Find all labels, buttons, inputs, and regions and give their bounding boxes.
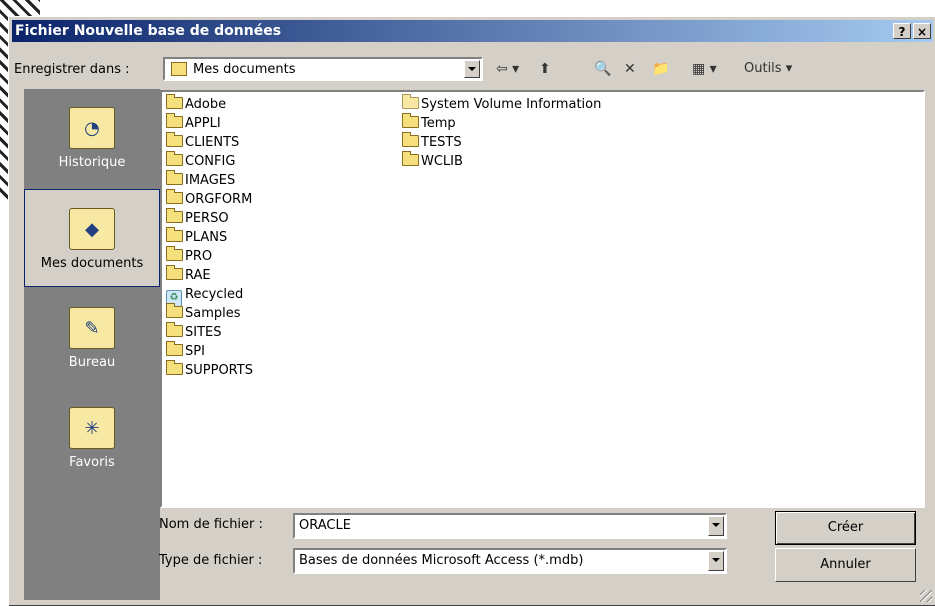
- views-icon[interactable]: ▦ ▾: [692, 57, 717, 81]
- history-icon: ◔: [69, 107, 115, 149]
- filetype-label: Type de fichier :: [159, 553, 263, 568]
- list-item[interactable]: APPLI: [166, 113, 221, 133]
- list-item[interactable]: Samples: [166, 303, 241, 323]
- list-item[interactable]: CONFIG: [166, 151, 235, 171]
- place-label: Historique: [58, 155, 126, 170]
- place-my-documents[interactable]: ◆ Mes documents: [24, 189, 160, 287]
- folder-icon: [166, 246, 183, 261]
- folder-icon: [402, 151, 419, 166]
- save-dialog: Fichier Nouvelle base de données ? × Enr…: [8, 16, 935, 606]
- filename-label: Nom de fichier :: [159, 517, 263, 532]
- folder-icon: [166, 227, 183, 242]
- folder-icon: [166, 265, 183, 280]
- window-title: Fichier Nouvelle base de données: [15, 23, 282, 39]
- my-documents-icon: ◆: [69, 208, 115, 250]
- list-item[interactable]: ORGFORM: [166, 189, 252, 209]
- place-label: Bureau: [68, 355, 116, 370]
- place-favorites[interactable]: ✳ Favoris: [24, 389, 160, 487]
- list-item[interactable]: IMAGES: [166, 170, 235, 190]
- cancel-button[interactable]: Annuler: [775, 548, 916, 582]
- place-label: Favoris: [69, 455, 115, 470]
- list-item[interactable]: SPI: [166, 341, 205, 361]
- places-bar: ◔ Historique ◆ Mes documents ✎ Bureau ✳ …: [24, 89, 160, 600]
- filetype-select[interactable]: Bases de données Microsoft Access (*.mdb…: [293, 548, 727, 574]
- close-button[interactable]: ×: [913, 23, 931, 39]
- folder-icon: [166, 208, 183, 223]
- list-item[interactable]: ♻ Recycled: [166, 285, 243, 307]
- list-item[interactable]: SITES: [166, 322, 222, 342]
- save-in-label: Enregistrer dans :: [14, 62, 130, 77]
- create-button[interactable]: Créer: [775, 511, 916, 545]
- folder-icon: [402, 113, 419, 128]
- back-icon[interactable]: ⇦ ▾: [496, 57, 519, 81]
- new-folder-icon[interactable]: 📁: [652, 57, 669, 81]
- place-desktop[interactable]: ✎ Bureau: [24, 289, 160, 387]
- folder-icon: [166, 360, 183, 375]
- chevron-down-icon[interactable]: [464, 60, 480, 78]
- tools-menu[interactable]: Outils ▾: [744, 57, 792, 81]
- list-item[interactable]: Adobe: [166, 94, 226, 114]
- folder-icon: [166, 322, 183, 337]
- list-item[interactable]: PLANS: [166, 227, 227, 247]
- title-bar: Fichier Nouvelle base de données ? ×: [12, 20, 933, 42]
- list-item[interactable]: PRO: [166, 246, 212, 266]
- folder-icon: [166, 189, 183, 204]
- hidden-folder-icon: [402, 94, 419, 109]
- chevron-down-icon[interactable]: [708, 551, 724, 571]
- folder-icon: [166, 151, 183, 166]
- folder-icon: [166, 132, 183, 147]
- list-item[interactable]: PERSO: [166, 208, 229, 228]
- list-item[interactable]: Temp: [402, 113, 456, 133]
- folder-icon: [166, 341, 183, 356]
- list-item[interactable]: SUPPORTS: [166, 360, 253, 380]
- list-item[interactable]: TESTS: [402, 132, 462, 152]
- folder-icon: [166, 303, 183, 318]
- list-item[interactable]: System Volume Information: [402, 94, 601, 114]
- chevron-down-icon[interactable]: [708, 516, 724, 536]
- search-web-icon[interactable]: 🔍: [594, 57, 611, 81]
- delete-icon[interactable]: ✕: [624, 57, 636, 81]
- desktop-icon: ✎: [69, 307, 115, 349]
- folder-icon: [402, 132, 419, 147]
- filename-value: ORACLE: [299, 518, 351, 533]
- folder-icon: [166, 94, 183, 109]
- list-item[interactable]: CLIENTS: [166, 132, 239, 152]
- help-button[interactable]: ?: [893, 23, 911, 39]
- list-item[interactable]: WCLIB: [402, 151, 463, 171]
- filename-input[interactable]: ORACLE: [293, 513, 727, 539]
- folder-icon: [166, 170, 183, 185]
- list-item[interactable]: RAE: [166, 265, 211, 285]
- filetype-value: Bases de données Microsoft Access (*.mdb…: [299, 553, 584, 568]
- place-label: Mes documents: [40, 256, 144, 271]
- favorites-icon: ✳: [69, 407, 115, 449]
- folder-icon: [166, 113, 183, 128]
- file-list[interactable]: Adobe APPLI CLIENTS CONFIG IMAGES ORGFOR…: [160, 90, 925, 508]
- location-value: Mes documents: [193, 62, 296, 77]
- up-folder-icon[interactable]: ⬆: [539, 57, 551, 81]
- location-combo[interactable]: Mes documents: [163, 57, 483, 81]
- place-history[interactable]: ◔ Historique: [24, 89, 160, 187]
- my-documents-icon: [171, 62, 187, 76]
- resize-grip[interactable]: [920, 590, 932, 602]
